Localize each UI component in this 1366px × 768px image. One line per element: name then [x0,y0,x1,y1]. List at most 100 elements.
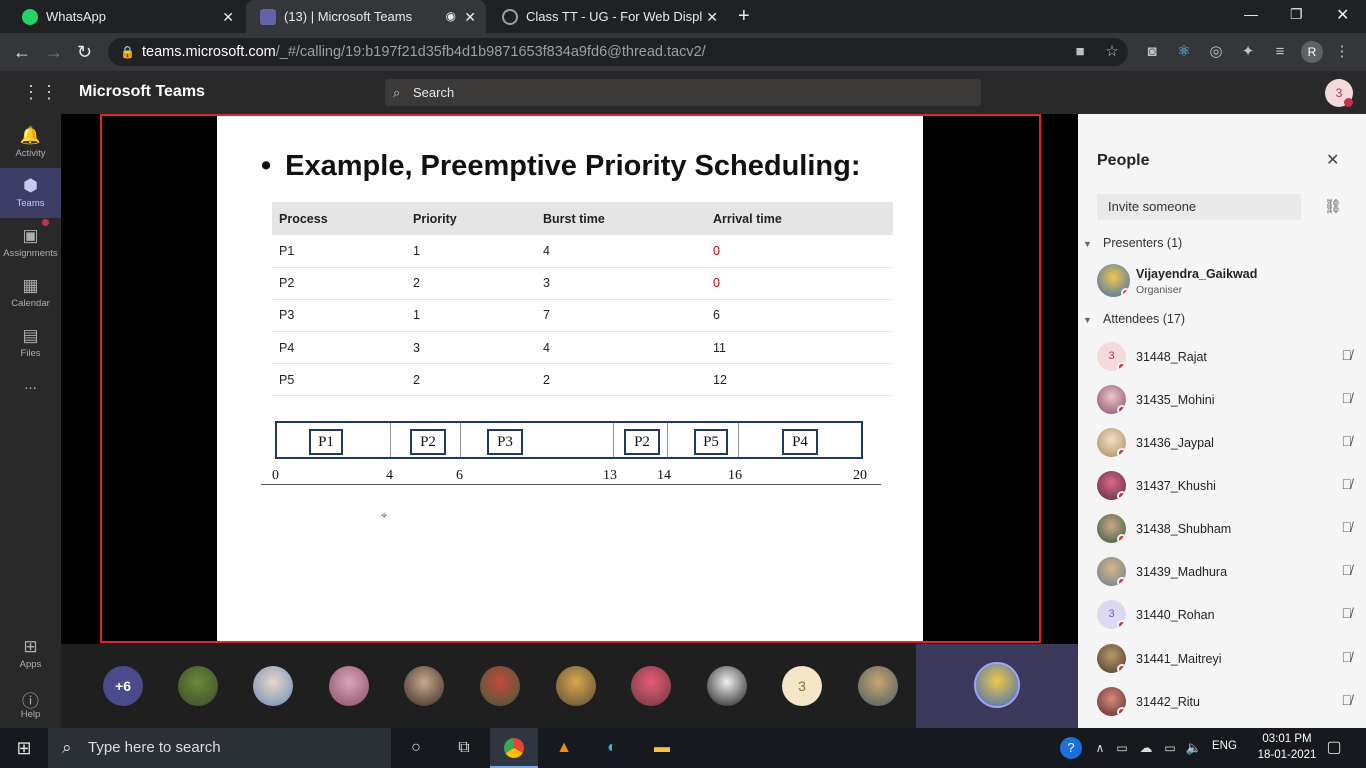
attendees-section-toggle[interactable]: ▼ Attendees (17) [1083,312,1185,326]
forward-icon[interactable]: → [45,42,63,62]
task-view-icon[interactable]: ⧉ [452,738,476,758]
language-indicator[interactable]: ENG [1212,740,1237,752]
mic-off-icon[interactable]: 🎙̸ [1342,347,1353,363]
mic-off-icon[interactable]: 🎙̸ [1342,390,1353,406]
edge-icon[interactable]: ◐ [600,738,624,758]
vlc-icon[interactable]: ▲ [552,738,576,758]
tab-teams[interactable]: (13) | Microsoft Teams ◉ ✕ [246,0,486,33]
new-tab-button[interactable]: + [738,5,750,28]
presence-dot [1117,620,1126,629]
bookmark-star-icon[interactable]: ☆ [1103,43,1121,61]
mic-off-icon[interactable]: 🎙̸ [1342,605,1353,621]
table-cell: 1 [406,235,536,268]
table-cell: 3 [536,267,706,300]
mic-off-icon[interactable]: 🎙̸ [1342,562,1353,578]
participant-avatar[interactable] [329,666,369,706]
rail-item-teams[interactable]: ⬢ Teams [0,168,61,218]
invite-input[interactable]: Invite someone [1097,194,1301,220]
slide-title-text: Example, Preemptive Priority Scheduling: [285,150,861,182]
notifications-icon[interactable]: ▢ [1322,738,1346,758]
presenters-section-toggle[interactable]: ▼ Presenters (1) [1083,236,1182,250]
help-tray-icon[interactable]: ? [1060,737,1082,759]
attendee-row[interactable]: 31436_Jaypal 🎙̸ [1097,423,1352,463]
link-icon[interactable]: ⛓ [1324,198,1342,215]
participant-avatar[interactable] [631,666,671,706]
attendee-row[interactable]: 3 31448_Rajat 🎙̸ [1097,337,1352,377]
puzzle-extensions-icon[interactable]: ✦ [1239,43,1257,61]
gantt-cell [461,423,614,457]
chrome-taskbar-icon[interactable] [490,728,538,768]
tab-whatsapp[interactable]: WhatsApp ✕ [8,0,244,33]
taskbar-search-input[interactable]: ⌕ Type here to search [48,728,391,768]
profile-avatar[interactable]: R [1301,41,1323,63]
gantt-chart: P1 P2 P3 P2 P5 P4 [275,421,863,459]
presenter-row[interactable]: Vijayendra_Gaikwad Organiser [1097,260,1352,300]
attendee-row[interactable]: 31442_Ritu 🎙̸ [1097,682,1352,722]
close-icon[interactable]: ✕ [706,9,718,26]
reload-icon[interactable]: ↻ [77,42,92,62]
close-icon[interactable]: ✕ [222,9,234,26]
tab-class-display[interactable]: Class TT - UG - For Web Display.p ✕ [488,0,728,33]
panel-title: People [1097,152,1150,169]
presenter-name: Vijayendra_Gaikwad [1136,267,1258,281]
close-icon[interactable]: ✕ [1326,150,1339,170]
attendee-row[interactable]: 31438_Shubham 🎙̸ [1097,509,1352,549]
mic-off-icon[interactable]: 🎙̸ [1342,519,1353,535]
chrome-menu-icon[interactable]: ⋮ [1333,43,1351,61]
meet-now-icon[interactable]: ▭ [1110,738,1134,758]
mic-off-icon[interactable]: 🎙̸ [1342,433,1353,449]
back-icon[interactable]: ← [13,42,31,62]
screenshot-extension-icon[interactable]: ◙ [1143,43,1161,61]
participant-avatar[interactable] [707,666,747,706]
rail-item-assignments[interactable]: ▣ Assignments [0,218,61,268]
participant-avatar[interactable]: 3 [782,666,822,706]
media-queue-icon[interactable]: ≡ [1271,43,1289,61]
windows-start-icon[interactable]: ⊞ [12,738,36,758]
url-bar[interactable]: 🔒 teams.microsoft.com/_#/calling/19:b197… [108,38,1128,66]
volume-icon[interactable]: 🔈 [1182,738,1206,758]
mic-off-icon[interactable]: 🎙̸ [1342,476,1353,492]
attendee-row[interactable]: 31437_Khushi 🎙̸ [1097,466,1352,506]
rail-item-files[interactable]: ▤ Files [0,318,61,368]
participant-avatar[interactable] [858,666,898,706]
app-launcher-icon[interactable]: ⋮⋮ [22,82,58,103]
gantt-tick-label: 13 [603,468,617,483]
search-input[interactable]: ⌕ Search [385,79,981,106]
rail-item-help[interactable]: ⓘ Help [0,679,61,729]
mic-off-icon[interactable]: 🎙̸ [1342,692,1353,708]
participant-avatar[interactable] [556,666,596,706]
record-extension-icon[interactable]: ◎ [1207,43,1225,61]
self-avatar[interactable] [974,662,1020,708]
rail-item-more[interactable]: ... [0,376,61,406]
attendee-row[interactable]: 31435_Mohini 🎙̸ [1097,380,1352,420]
restore-button[interactable]: ❐ [1290,6,1303,23]
attendee-row[interactable]: 3 31440_Rohan 🎙̸ [1097,595,1352,635]
rail-item-apps[interactable]: ⊞ Apps [0,629,61,679]
cortana-icon[interactable]: ○ [404,738,428,758]
react-extension-icon[interactable]: ⚛ [1175,43,1193,61]
onedrive-icon[interactable]: ☁ [1134,738,1158,758]
close-icon[interactable]: ✕ [464,9,476,26]
minimize-button[interactable]: — [1244,6,1258,22]
participant-avatar[interactable] [178,666,218,706]
system-clock[interactable]: 03:01 PM 18-01-2021 [1252,731,1322,763]
participant-avatar[interactable] [253,666,293,706]
gantt-tick-label: 20 [853,468,867,483]
camera-blocked-icon[interactable]: ■ [1071,43,1089,61]
participant-avatar[interactable] [404,666,444,706]
overflow-participants-button[interactable]: +6 [103,666,143,706]
network-icon[interactable]: ▭ [1158,738,1182,758]
attendee-avatar [1097,385,1126,414]
window-close-button[interactable]: ✕ [1336,5,1349,25]
mic-off-icon[interactable]: 🎙̸ [1342,649,1353,665]
backpack-icon: ▣ [22,226,39,245]
chevron-up-icon[interactable]: ∧ [1088,738,1112,758]
rail-item-calendar[interactable]: ▦ Calendar [0,268,61,318]
participant-avatar[interactable] [480,666,520,706]
attendee-row[interactable]: 31441_Maitreyi 🎙̸ [1097,639,1352,679]
file-explorer-icon[interactable]: ▬ [650,738,674,758]
rail-item-activity[interactable]: 🔔 Activity [0,118,61,168]
attendee-row[interactable]: 31439_Madhura 🎙̸ [1097,552,1352,592]
apps-icon: ⊞ [23,637,38,656]
table-header: Process [272,202,406,235]
